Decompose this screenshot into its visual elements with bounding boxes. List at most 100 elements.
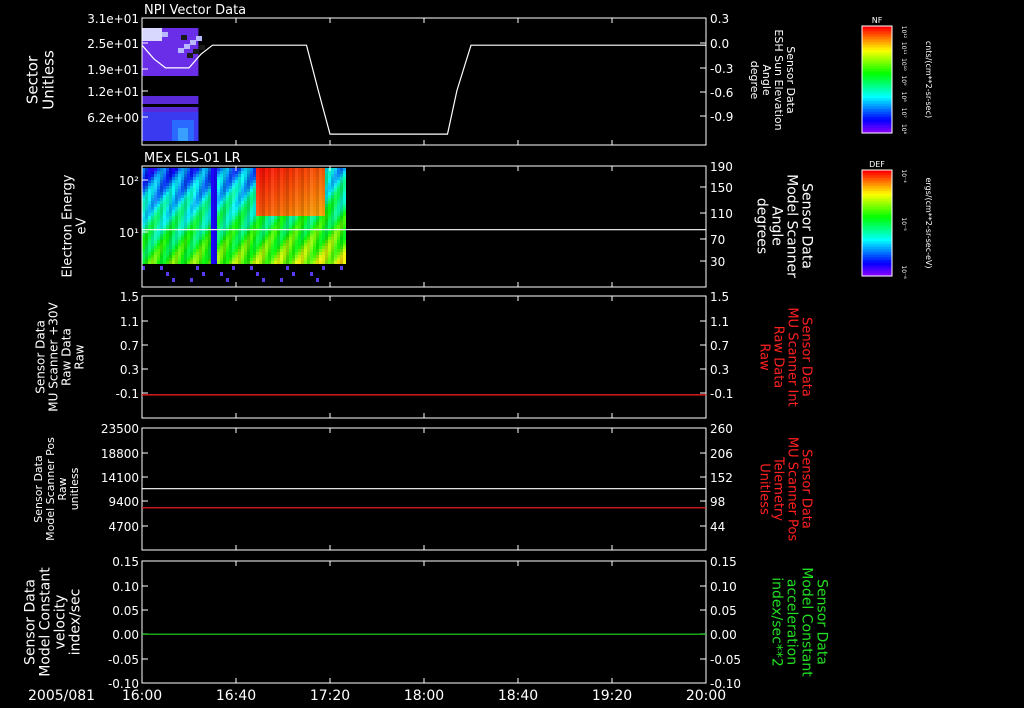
spectrogram-cell [175,222,178,225]
spectrogram-cell [268,201,271,204]
spectrogram-cell [304,186,307,189]
spectrogram-cell [142,28,162,41]
spectrogram-cell [181,207,184,210]
spectrogram-cell [307,261,310,264]
spectrogram-cell [289,231,292,234]
spectrogram-cell [307,183,310,186]
spectrogram-cell [340,246,343,249]
spectrogram-cell [235,222,238,225]
spectrogram-cell [256,210,259,213]
spectrogram-cell [190,177,193,180]
spectrogram-cell [247,210,250,213]
spectrogram-cell [319,198,322,201]
spectrogram-cell [157,183,160,186]
spectrogram-cell [229,195,232,198]
spectrogram-cell [256,225,259,228]
spectrogram-cell [265,210,268,213]
spectrogram-cell [217,192,220,195]
spectrogram-cell [304,189,307,192]
spectrogram-cell [271,222,274,225]
time-tick-label: 17:20 [310,688,350,704]
spectrogram-cell [226,195,229,198]
spectrogram-cell [259,210,262,213]
spectrogram-cell [172,261,175,264]
spectrogram-cell [301,183,304,186]
spectrogram-cell [313,252,316,255]
spectrogram-cell [214,177,217,180]
spectrogram-cell [214,246,217,249]
spectrogram-cell [256,201,259,204]
spectrogram-cell [157,255,160,258]
spectrogram-cell [172,255,175,258]
spectrogram-cell [328,222,331,225]
spectrogram-cell [286,261,289,264]
colorbar-tick-label: 10⁶ [900,124,907,135]
spectrogram-cell [148,252,151,255]
spectrogram-cell [301,237,304,240]
spectrogram-cell [334,222,337,225]
spectrogram-cell [262,243,265,246]
spectrogram-cell [232,186,235,189]
spectrogram-cell [238,258,241,261]
spectrogram-cell [286,255,289,258]
spectrogram-cell [181,35,187,40]
spectrogram-cell [232,210,235,213]
spectrogram-cell [262,219,265,222]
spectrogram-cell [199,183,202,186]
spectrogram-cell [220,243,223,246]
spectrogram-cell [271,237,274,240]
spectrogram-cell [241,252,244,255]
spectrogram-cell [337,234,340,237]
spectrogram-cell [229,180,232,183]
spectrogram-cell [199,216,202,219]
panel-4-left-axis-tick-label: 14100 [101,471,139,485]
spectrogram-cell [196,243,199,246]
spectrogram-cell [277,258,280,261]
spectrogram-cell [220,201,223,204]
spectrogram-cell [298,252,301,255]
spectrogram-cell [199,180,202,183]
spectrogram-cell [187,189,190,192]
spectrogram-cell [304,171,307,174]
spectrogram-cell [184,237,187,240]
spectrogram-cell [232,198,235,201]
spectrogram-cell [307,207,310,210]
spectrogram-cell [301,261,304,264]
spectrogram-cell [268,180,271,183]
spectrogram-cell [295,219,298,222]
spectrogram-cell [331,186,334,189]
spectrogram-cell [187,240,190,243]
spectrogram-cell [154,237,157,240]
spectrogram-cell [202,210,205,213]
spectrogram-cell [160,234,163,237]
spectrogram-cell [205,168,208,171]
spectrogram-cell [322,222,325,225]
spectrogram-cell [154,219,157,222]
spectrogram-cell [259,231,262,234]
spectrogram-cell [217,243,220,246]
spectrogram-cell [211,252,214,255]
spectrogram-cell [226,186,229,189]
spectrogram-cell [181,168,184,171]
spectrogram-cell [166,216,169,219]
spectrogram-cell [310,207,313,210]
spectrogram-cell [268,204,271,207]
spectrogram-cell [184,207,187,210]
panel-5-right-ylabel-line: Sensor Data [814,579,830,665]
spectrogram-cell [205,198,208,201]
spectrogram-cell [280,207,283,210]
spectrogram-cell [202,207,205,210]
spectrogram-cell [148,243,151,246]
spectrogram-cell [256,183,259,186]
spectrogram-cell [307,222,310,225]
spectrogram-cell [340,249,343,252]
spectrogram-cell [193,216,196,219]
spectrogram-cell [157,195,160,198]
spectrogram-cell [193,249,196,252]
spectrogram-cell [211,258,214,261]
spectrogram-cell [274,174,277,177]
spectrogram-cell [235,261,238,264]
panel-2-ylabel-line: Electron Energy [61,174,76,277]
spectrogram-cell [247,177,250,180]
spectrogram-cell [298,201,301,204]
